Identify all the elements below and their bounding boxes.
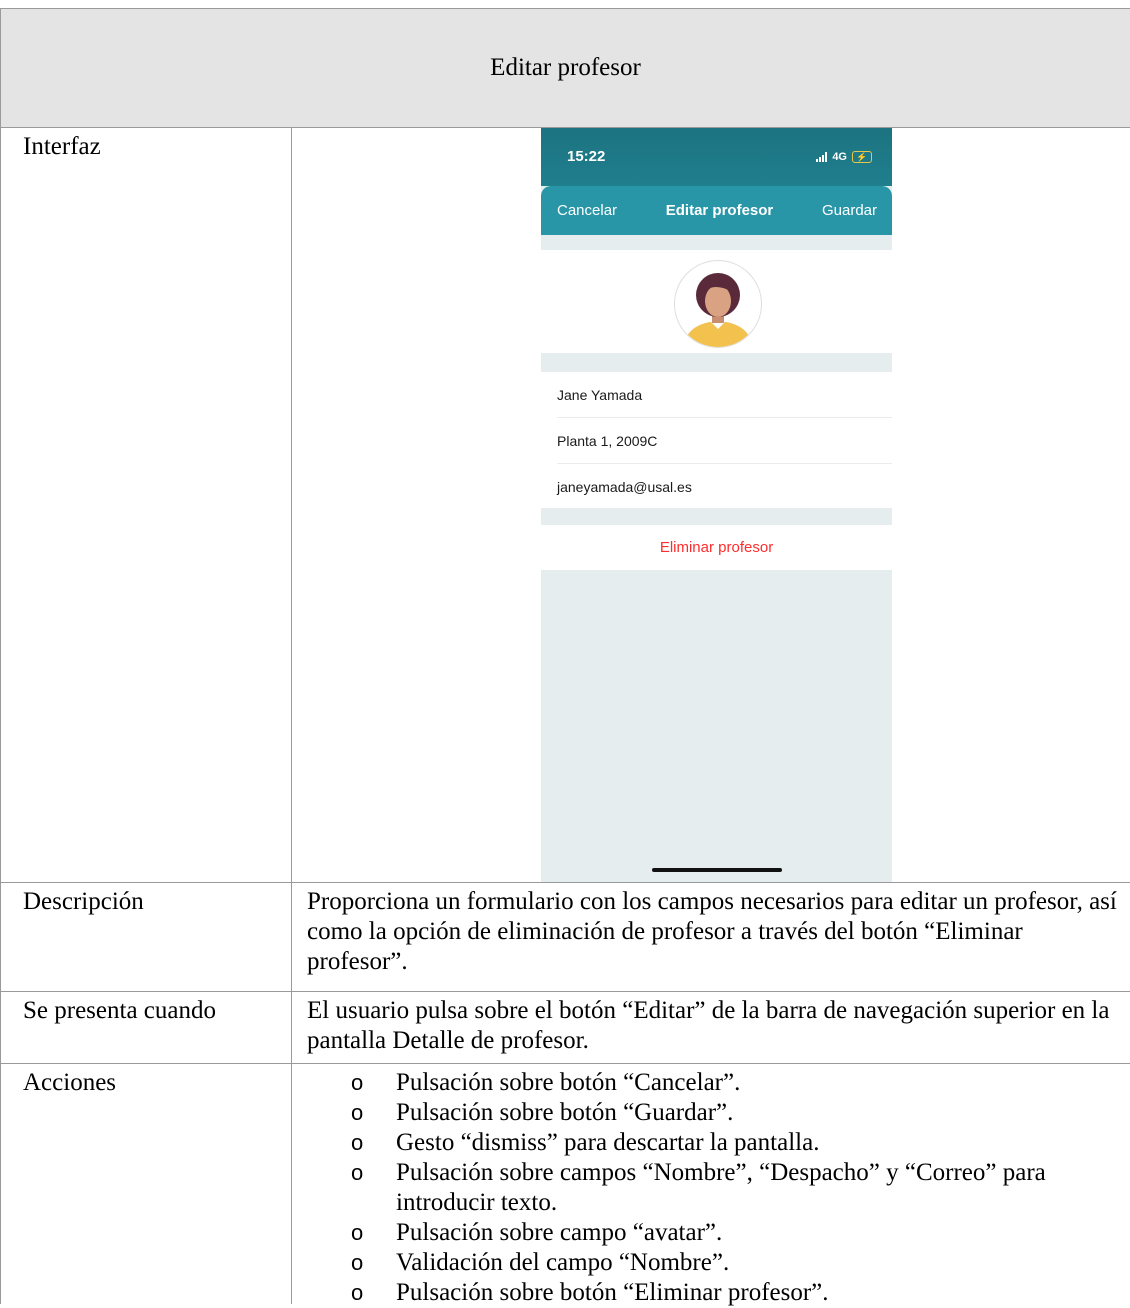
delete-teacher-button[interactable]: Eliminar profesor [541, 525, 892, 570]
list-item: o Pulsación sobre botón “Cancelar”. [351, 1068, 1117, 1098]
status-bar: 15:22 4G ⚡ [541, 128, 892, 186]
description-text: Proporciona un formulario con los campos… [307, 888, 1117, 975]
row-label: Interfaz [1, 128, 292, 882]
network-label: 4G [832, 151, 847, 163]
avatar-person-icon [683, 273, 753, 347]
list-item: o Validación del campo “Nombre”. [351, 1248, 1117, 1278]
bullet-icon: o [351, 1100, 364, 1125]
action-text: Validación del campo “Nombre”. [396, 1249, 730, 1276]
bullet-icon: o [351, 1220, 364, 1245]
bullet-icon: o [351, 1250, 364, 1275]
actions-list: o Pulsación sobre botón “Cancelar”. o Puls… [307, 1068, 1117, 1308]
office-field[interactable]: Planta 1, 2009C [557, 418, 892, 464]
bullet-icon: o [351, 1070, 364, 1095]
avatar[interactable] [674, 260, 762, 348]
name-field[interactable]: Jane Yamada [557, 372, 892, 418]
action-text: Gesto “dismiss” para descartar la pantal… [396, 1129, 820, 1156]
phone-screenshot: 15:22 4G ⚡ Cancelar Editar profesor Guar… [541, 128, 892, 882]
table-header: Editar profesor [1, 9, 1130, 128]
row-label: Acciones [1, 1064, 292, 1304]
bullet-icon: o [351, 1160, 364, 1185]
table-title: Editar profesor [490, 54, 641, 81]
email-field[interactable]: janeyamada@usal.es [557, 464, 892, 509]
action-text: Pulsación sobre botón “Guardar”. [396, 1099, 734, 1126]
action-text: Pulsación sobre botón “Cancelar”. [396, 1069, 741, 1096]
list-item: o Pulsación sobre campo “avatar”. [351, 1218, 1117, 1248]
signal-icon [816, 152, 828, 162]
row-interfaz: Interfaz 15:22 4G ⚡ Cancelar Editar prof… [1, 128, 1130, 883]
action-text: Pulsación sobre campos “Nombre”, “Despac… [396, 1159, 1046, 1216]
action-text: Pulsación sobre campo “avatar”. [396, 1219, 723, 1246]
form-section: Jane Yamada Planta 1, 2009C janeyamada@u… [541, 372, 892, 508]
cancel-button[interactable]: Cancelar [557, 196, 617, 226]
status-indicators: 4G ⚡ [816, 142, 872, 172]
row-se-presenta: Se presenta cuando El usuario pulsa sobr… [1, 992, 1130, 1064]
row-label: Descripción [1, 883, 292, 991]
avatar-section [541, 250, 892, 353]
status-time: 15:22 [567, 148, 606, 165]
list-item: o Pulsación sobre campos “Nombre”, “Despa… [351, 1158, 1117, 1218]
row-descripcion: Descripción Proporciona un formulario co… [1, 883, 1130, 992]
presented-when-text: El usuario pulsa sobre el botón “Editar”… [307, 997, 1110, 1054]
nav-bar: Cancelar Editar profesor Guardar [541, 186, 892, 235]
row-label: Se presenta cuando [1, 992, 292, 1063]
bullet-icon: o [351, 1280, 364, 1305]
actions-cell: o Pulsación sobre botón “Cancelar”. o Puls… [292, 1064, 1130, 1306]
list-item: o Pulsación sobre botón “Guardar”. [351, 1098, 1117, 1128]
battery-charging-icon: ⚡ [852, 151, 872, 163]
bullet-icon: o [351, 1130, 364, 1155]
save-button[interactable]: Guardar [822, 196, 877, 226]
row-acciones: Acciones o Pulsación sobre botón “Cancela… [1, 1064, 1130, 1306]
list-item: o Pulsación sobre botón “Eliminar profeso… [351, 1278, 1117, 1308]
interface-cell: 15:22 4G ⚡ Cancelar Editar profesor Guar… [292, 128, 1130, 882]
nav-title: Editar profesor [665, 201, 774, 219]
home-indicator[interactable] [652, 868, 782, 872]
spec-table: Editar profesor Interfaz 15:22 4G ⚡ Canc… [0, 8, 1130, 1306]
action-text: Pulsación sobre botón “Eliminar profesor… [396, 1279, 829, 1306]
list-item: o Gesto “dismiss” para descartar la panta… [351, 1128, 1117, 1158]
